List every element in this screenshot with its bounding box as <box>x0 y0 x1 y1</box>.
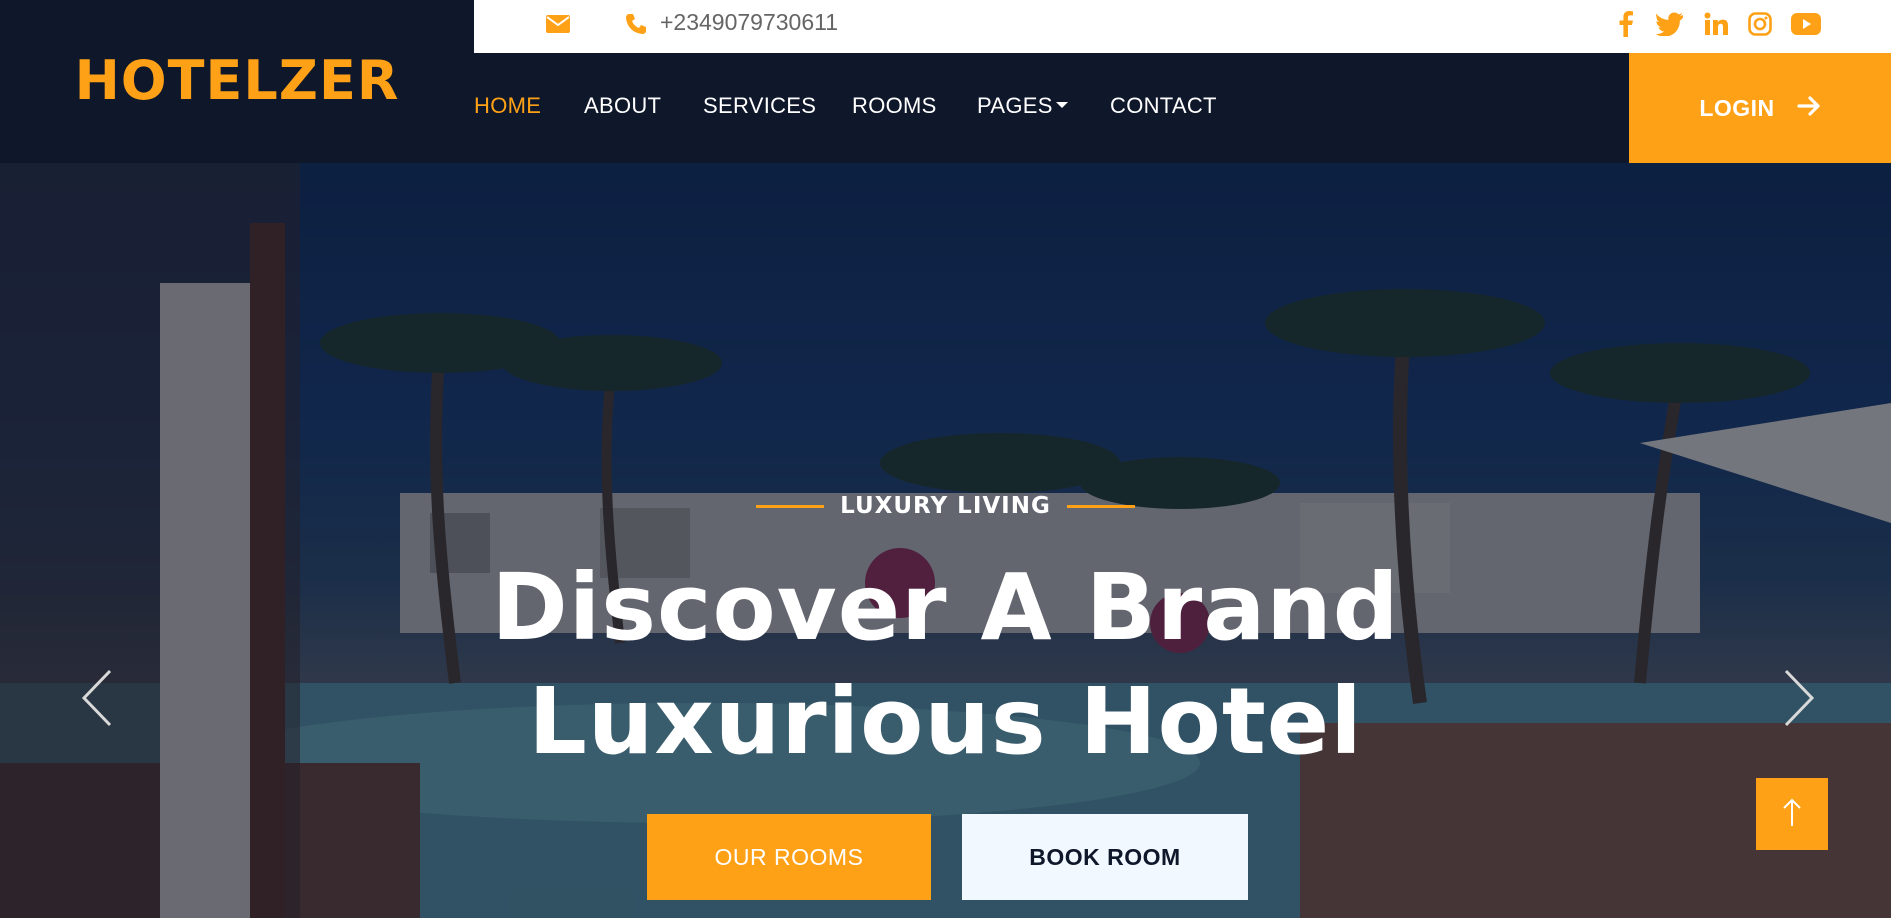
brand-logo[interactable]: HOTELZER <box>75 49 400 112</box>
book-room-button[interactable]: BOOK ROOM <box>962 814 1248 900</box>
envelope-icon[interactable] <box>544 10 572 38</box>
youtube-icon[interactable] <box>1790 8 1822 40</box>
arrow-up-icon <box>1781 796 1803 833</box>
hero-title-line-2: Luxurious Hotel <box>528 668 1363 775</box>
login-button[interactable]: LOGIN <box>1629 53 1891 163</box>
hero-title: Discover A Brand Luxurious Hotel <box>0 551 1891 779</box>
back-to-top-button[interactable] <box>1756 778 1828 850</box>
nav-item-pages-label: PAGES <box>977 93 1053 118</box>
main-navigation: HOME ABOUT SERVICES ROOMS PAGES CONTACT <box>474 53 1629 163</box>
hero-overlay <box>0 163 1891 918</box>
nav-item-services[interactable]: SERVICES <box>703 93 816 119</box>
linkedin-icon[interactable] <box>1700 8 1732 40</box>
hero-carousel: LUXURY LIVING Discover A Brand Luxurious… <box>0 163 1891 918</box>
nav-item-about[interactable]: ABOUT <box>584 93 661 119</box>
eyebrow-line-left <box>756 504 825 508</box>
top-bar: +2349079730611 <box>474 0 1891 53</box>
phone-number[interactable]: +2349079730611 <box>660 9 838 36</box>
eyebrow-line-right <box>1066 504 1135 508</box>
nav-item-rooms[interactable]: ROOMS <box>852 93 937 119</box>
instagram-icon[interactable] <box>1744 8 1776 40</box>
login-label: LOGIN <box>1699 94 1775 121</box>
chevron-left-icon[interactable] <box>72 663 122 733</box>
twitter-icon[interactable] <box>1654 8 1686 40</box>
caret-down-icon <box>1055 102 1068 109</box>
nav-item-contact[interactable]: CONTACT <box>1110 93 1217 119</box>
facebook-icon[interactable] <box>1610 8 1642 40</box>
nav-item-home[interactable]: HOME <box>474 93 541 119</box>
our-rooms-button[interactable]: OUR ROOMS <box>647 814 931 900</box>
arrow-right-icon <box>1797 95 1821 122</box>
chevron-right-icon[interactable] <box>1774 663 1824 733</box>
brand-block: HOTELZER <box>0 0 474 163</box>
phone-icon <box>622 10 650 38</box>
eyebrow-text: LUXURY LIVING <box>840 493 1051 519</box>
hero-title-line-1: Discover A Brand <box>491 554 1400 661</box>
hero-eyebrow: LUXURY LIVING <box>0 493 1891 519</box>
nav-item-pages[interactable]: PAGES <box>977 93 1068 119</box>
